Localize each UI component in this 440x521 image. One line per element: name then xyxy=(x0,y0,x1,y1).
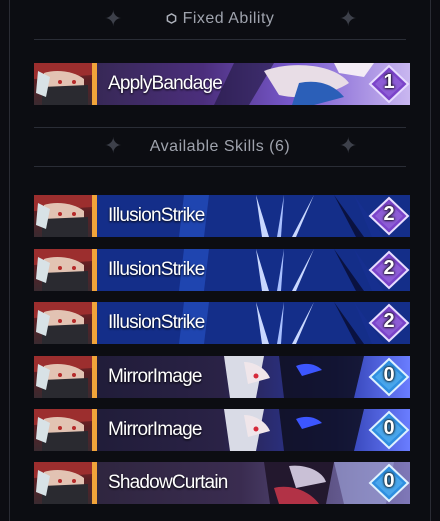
accent-bar xyxy=(92,195,97,237)
fixed-ability-header: ✦ ✦ Fixed Ability xyxy=(34,0,406,40)
skill-card-illusion-strike[interactable]: IllusionStrike 2 xyxy=(34,249,410,291)
character-portrait xyxy=(34,195,92,237)
cost-value: 2 xyxy=(383,257,395,279)
accent-bar xyxy=(92,249,97,291)
skill-card-mirror-image[interactable]: MirrorImage 0 xyxy=(34,356,410,398)
skill-name: IllusionStrike xyxy=(108,205,205,226)
accent-bar xyxy=(92,302,97,344)
skill-card-apply-bandage[interactable]: ApplyBandage 1 xyxy=(34,63,410,105)
skill-name: MirrorImage xyxy=(108,419,202,440)
skill-name: ShadowCurtain xyxy=(108,472,228,493)
right-border-line xyxy=(430,0,431,521)
fixed-ability-title: Fixed Ability xyxy=(182,10,275,27)
skill-card-mirror-image[interactable]: MirrorImage 0 xyxy=(34,409,410,451)
skill-card-illusion-strike[interactable]: IllusionStrike 2 xyxy=(34,302,410,344)
character-portrait xyxy=(34,63,92,105)
skill-card-shadow-curtain[interactable]: ShadowCurtain 0 xyxy=(34,462,410,504)
character-portrait xyxy=(34,249,92,291)
cost-value: 0 xyxy=(383,417,395,439)
character-portrait xyxy=(34,462,92,504)
character-portrait xyxy=(34,356,92,398)
character-portrait xyxy=(34,409,92,451)
accent-bar xyxy=(92,356,97,398)
skill-name: IllusionStrike xyxy=(108,312,205,333)
accent-bar xyxy=(92,409,97,451)
cost-value: 1 xyxy=(383,71,395,93)
character-portrait xyxy=(34,302,92,344)
available-skills-header: ✦ ✦ Available Skills (6) xyxy=(34,127,406,167)
hexagon-icon xyxy=(166,13,176,24)
skill-name: MirrorImage xyxy=(108,366,202,387)
accent-bar xyxy=(92,63,97,105)
skill-name: IllusionStrike xyxy=(108,259,205,280)
available-skills-title: Available Skills (6) xyxy=(149,138,291,155)
skill-card-illusion-strike[interactable]: IllusionStrike 2 xyxy=(34,195,410,237)
accent-bar xyxy=(92,462,97,504)
cost-value: 0 xyxy=(383,364,395,386)
skill-name: ApplyBandage xyxy=(108,73,223,94)
cost-value: 0 xyxy=(383,470,395,492)
cost-value: 2 xyxy=(383,203,395,225)
left-border-line xyxy=(9,0,10,521)
cost-value: 2 xyxy=(383,310,395,332)
